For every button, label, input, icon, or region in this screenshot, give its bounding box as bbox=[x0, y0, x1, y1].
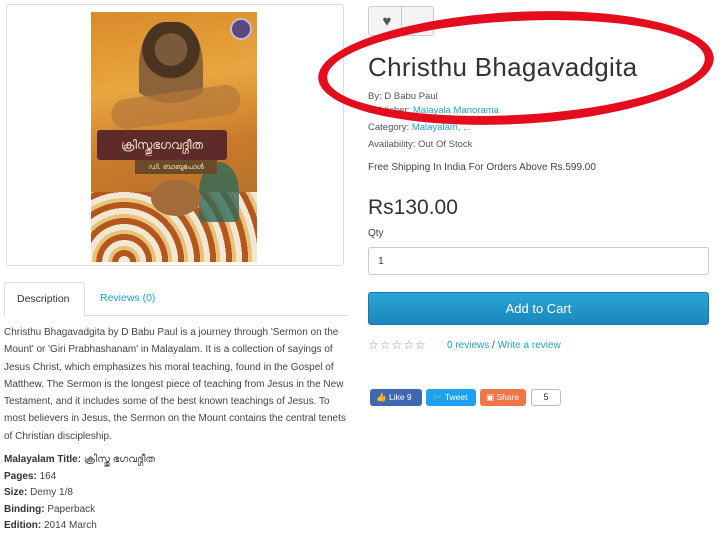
spec-label: Size: bbox=[4, 487, 28, 498]
availability-line: Availability: Out Of Stock bbox=[368, 139, 472, 150]
spec-label: Malayalam Title: bbox=[4, 454, 82, 465]
spec-value: Paperback bbox=[47, 503, 96, 515]
spec-malayalam-title: Malayalam Title: ക്രിസ്തു ഭഗവദ്ഗീത bbox=[4, 452, 348, 469]
spec-value: 2014 March bbox=[44, 520, 97, 531]
category-label: Category: bbox=[368, 122, 410, 133]
cover-figure-knee bbox=[151, 180, 201, 216]
tab-reviews[interactable]: Reviews (0) bbox=[88, 282, 167, 316]
spec-value: ക്രിസ്തു ഭഗവദ്ഗീത bbox=[83, 454, 155, 465]
product-specs: Malayalam Title: ക്രിസ്തു ഭഗവദ്ഗീത Pages… bbox=[4, 452, 348, 535]
tab-description[interactable]: Description bbox=[4, 282, 85, 317]
share-button[interactable]: ▣ Share bbox=[480, 389, 526, 406]
spec-size: Size: Demy 1/8 bbox=[4, 485, 348, 502]
product-price: Rs130.00 bbox=[368, 196, 458, 219]
cover-publisher-badge-icon bbox=[230, 18, 252, 40]
tweet-button[interactable]: 🐦 Tweet bbox=[426, 389, 476, 406]
review-links: 0 reviews / Write a review bbox=[447, 340, 561, 351]
shipping-note: Free Shipping In India For Orders Above … bbox=[368, 162, 596, 173]
qty-input[interactable]: 1 bbox=[368, 247, 709, 275]
cover-author: ഡി. ബാബുപോൾ bbox=[135, 160, 217, 174]
spec-binding: Binding: Paperback bbox=[4, 502, 348, 519]
share-icon: ▣ bbox=[486, 392, 495, 402]
spec-label: Binding: bbox=[4, 503, 45, 515]
availability-label: Availability: bbox=[368, 139, 416, 150]
thumbs-up-icon: 👍 bbox=[376, 392, 387, 402]
spec-label: Pages: bbox=[4, 470, 37, 482]
spec-label: Edition: bbox=[4, 520, 42, 531]
write-review-link[interactable]: Write a review bbox=[498, 340, 561, 351]
cover-title: ക്രിസ്തുഭഗവദ്ഗീത bbox=[97, 130, 227, 160]
book-cover-image[interactable]: ക്രിസ്തുഭഗവദ്ഗീത ഡി. ബാബുപോൾ bbox=[91, 12, 257, 262]
tweet-label: Tweet bbox=[444, 392, 468, 402]
rating-stars-icon[interactable]: ☆☆☆☆☆ bbox=[368, 338, 427, 352]
reviews-count-link[interactable]: 0 reviews bbox=[447, 340, 489, 351]
spec-edition: Edition: 2014 March bbox=[4, 518, 348, 535]
product-image-frame[interactable]: ക്രിസ്തുഭഗവദ്ഗീത ഡി. ബാബുപോൾ bbox=[6, 4, 344, 266]
product-tabs: Description Reviews (0) bbox=[4, 282, 348, 317]
facebook-like-button[interactable]: 👍 Like 9 bbox=[370, 389, 422, 406]
facebook-like-label: Like 9 bbox=[388, 392, 412, 402]
share-label: Share bbox=[496, 392, 520, 402]
qty-label: Qty bbox=[368, 228, 384, 239]
add-to-cart-button[interactable]: Add to Cart bbox=[368, 292, 709, 325]
twitter-bird-icon: 🐦 bbox=[432, 392, 443, 402]
spec-value: Demy 1/8 bbox=[30, 487, 73, 498]
spec-value: 164 bbox=[39, 470, 57, 482]
share-count: 5 bbox=[531, 389, 561, 406]
availability-status: Out Of Stock bbox=[418, 139, 473, 150]
product-description: Christhu Bhagavadgita by D Babu Paul is … bbox=[4, 327, 346, 442]
spec-pages: Pages: 164 bbox=[4, 469, 348, 486]
review-separator: / bbox=[489, 340, 498, 351]
